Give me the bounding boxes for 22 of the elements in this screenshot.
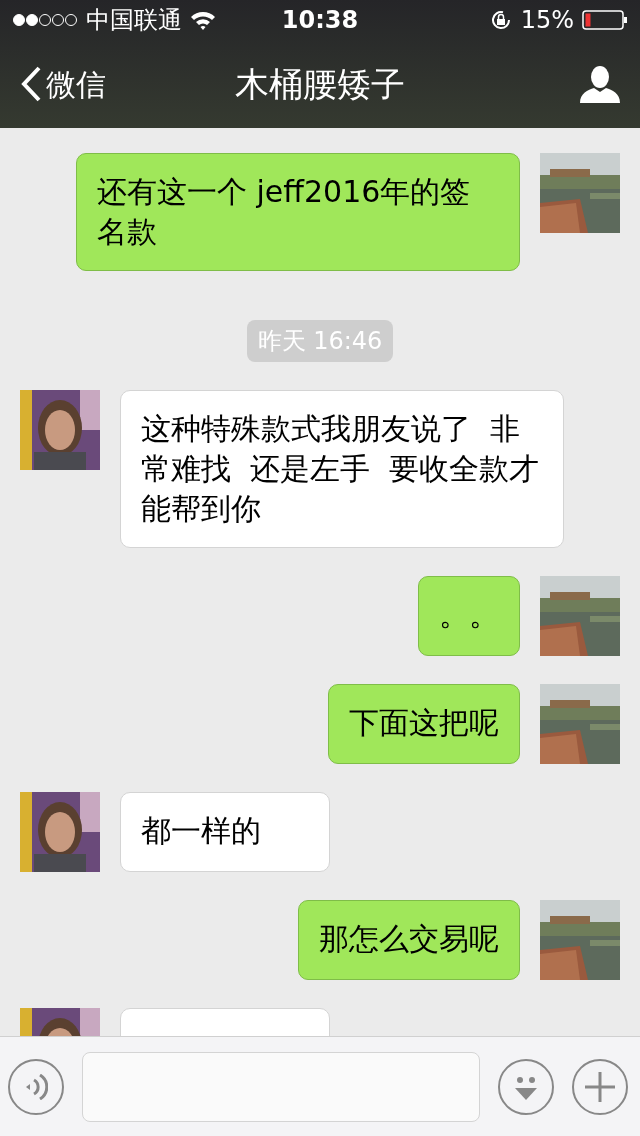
clock-time: 10:38: [281, 5, 359, 36]
chat-title: 木桶腰矮子: [235, 62, 405, 106]
message-bubble: 还有这一个 jeff2016年的签名款: [76, 153, 520, 271]
plus-icon: [585, 1071, 615, 1102]
message-input[interactable]: [82, 1051, 480, 1122]
back-icon: [20, 66, 42, 102]
signal-icon: [12, 13, 78, 27]
voice-button[interactable]: [8, 1058, 64, 1115]
emoji-button[interactable]: [498, 1058, 554, 1115]
voice-icon: [24, 1073, 48, 1100]
message-bubble: 都一样的: [120, 792, 330, 872]
battery-percent: 15%: [520, 5, 574, 36]
message-bubble: 。。: [418, 576, 520, 656]
message-bubble: 这种特殊款式我朋友说了 非常难找 还是左手 要收全款才能帮到你: [120, 390, 564, 548]
carrier-name: 中国联通: [86, 5, 182, 36]
message-bubble: 下面这把呢: [328, 684, 520, 764]
battery-icon: [582, 10, 628, 30]
wifi-icon: [190, 10, 216, 30]
profile-icon[interactable]: [580, 65, 620, 103]
message-bubble: 那怎么交易呢: [298, 900, 520, 980]
back-button[interactable]: 微信: [20, 61, 106, 107]
more-button[interactable]: [572, 1058, 628, 1115]
